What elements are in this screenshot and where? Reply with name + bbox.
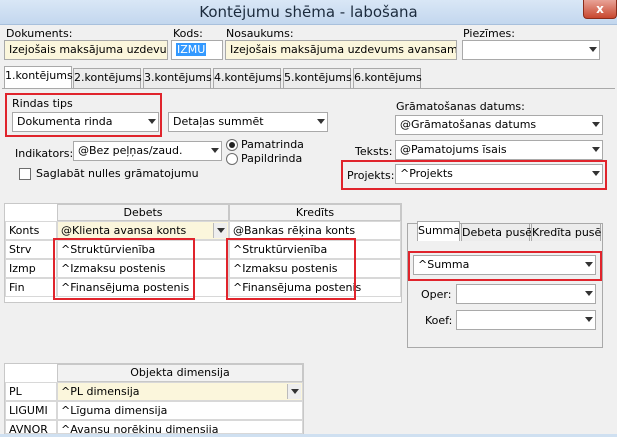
dokuments-label: Dokuments:	[6, 27, 73, 40]
radio-pamatrinda[interactable]	[226, 139, 238, 151]
chevron-down-icon	[211, 148, 219, 153]
gramatosanas-value: @Grāmatošanas datums	[400, 118, 537, 131]
teksts-value: @Pamatojums īsais	[400, 143, 507, 156]
saglabat-label: Saglabāt nulles grāmatojumu	[36, 167, 199, 180]
tab-debeta-puse[interactable]: Debeta pusē	[461, 223, 532, 241]
detalas-select[interactable]: Detaļas summēt	[168, 112, 328, 132]
tab-kredita-puse[interactable]: Kredīta pusē	[531, 223, 601, 241]
objekta-header: Objekta dimensija	[57, 364, 303, 382]
chevron-down-icon	[585, 291, 593, 296]
chevron-down-icon	[585, 317, 593, 322]
indikators-label: Indikators:	[15, 147, 74, 160]
summa-value: ^Summa	[418, 258, 470, 271]
avansu-dimension-cell[interactable]: ^Avansu norēķinu dimensija	[57, 420, 303, 434]
chevron-down-icon[interactable]	[287, 384, 301, 399]
tab-divider	[2, 88, 615, 89]
rindas-tips-value: Dokumenta rinda	[17, 115, 113, 128]
nosaukums-field[interactable]: Izejošais maksājuma uzdevums avansam	[225, 40, 457, 60]
teksts-label: Teksts:	[355, 145, 393, 158]
koef-select[interactable]	[456, 310, 596, 330]
tab-4-kontejums[interactable]: 4.kontējums	[213, 68, 282, 88]
gramatosanas-label: Grāmatošanas datums:	[396, 100, 525, 113]
indikators-select[interactable]: @Bez peļņas/zaud.	[73, 141, 222, 161]
chevron-down-icon	[589, 47, 597, 52]
koef-label: Koef:	[425, 314, 453, 327]
chevron-down-icon	[317, 119, 325, 124]
tab-summa[interactable]: Summa	[417, 221, 460, 241]
projekts-select[interactable]: ^Projekts	[395, 164, 603, 184]
chevron-down-icon[interactable]	[213, 223, 227, 238]
chevron-down-icon	[585, 262, 593, 267]
debets-highlight	[53, 238, 195, 300]
chevron-down-icon	[592, 122, 600, 127]
chevron-down-icon	[592, 171, 600, 176]
kods-label: Kods:	[173, 27, 203, 40]
kredits-highlight	[226, 238, 356, 300]
oper-select[interactable]	[456, 284, 596, 304]
gramatosanas-select[interactable]: @Grāmatošanas datums	[395, 115, 603, 135]
tab-3-kontejums[interactable]: 3.kontējums	[143, 68, 212, 88]
piezimes-label: Piezīmes:	[463, 27, 515, 40]
chevron-down-icon	[592, 147, 600, 152]
rindas-tips-label: Rindas tips	[12, 97, 73, 110]
objekta-row-label: PL	[5, 382, 57, 401]
grid-row-label: Fin	[5, 278, 57, 297]
nosaukums-label: Nosaukums:	[226, 27, 294, 40]
detalas-value: Detaļas summēt	[173, 115, 264, 128]
indikators-value: @Bez peļņas/zaud.	[78, 144, 183, 157]
title-bar: Kontējumu shēma - labošana x	[0, 0, 617, 25]
objekta-row-label: AVNOR	[5, 420, 57, 436]
close-button[interactable]: x	[583, 0, 617, 19]
liguma-dimension-cell[interactable]: ^Līguma dimensija	[57, 401, 303, 420]
chevron-down-icon	[148, 119, 156, 124]
tab-1-kontejums[interactable]: 1.kontējums	[4, 66, 73, 88]
grid-row-label: Strv	[5, 240, 57, 259]
pamatrinda-label: Pamatrinda	[241, 138, 304, 151]
projekts-value: ^Projekts	[400, 167, 453, 180]
radio-papildrinda[interactable]	[226, 153, 238, 165]
dokuments-field[interactable]: Izejošais maksājuma uzdevums	[4, 40, 168, 60]
papildrinda-label: Papildrinda	[241, 152, 303, 165]
projekts-label: Projekts:	[347, 169, 395, 182]
debets-header: Debets	[57, 204, 229, 221]
saglabat-checkbox[interactable]	[19, 168, 31, 180]
grid-row-label: Konts	[5, 221, 57, 240]
window-title: Kontējumu shēma - labošana	[199, 3, 418, 21]
kods-value: IZMU	[176, 43, 207, 56]
teksts-select[interactable]: @Pamatojums īsais	[395, 140, 603, 160]
kredits-header: Kredīts	[229, 204, 401, 221]
objekta-row-label: LIGUMI	[5, 401, 57, 420]
kods-field[interactable]: IZMU	[171, 40, 223, 60]
tab-5-kontejums[interactable]: 5.kontējums	[283, 68, 352, 88]
debets-konts-value: @Klienta avansa konts	[61, 224, 187, 237]
oper-label: Oper:	[421, 288, 452, 301]
piezimes-select[interactable]	[462, 40, 600, 60]
rindas-tips-select[interactable]: Dokumenta rinda	[12, 112, 159, 132]
pl-dimension-value: ^PL dimensija	[61, 385, 140, 398]
tab-2-kontejums[interactable]: 2.kontējums	[73, 68, 142, 88]
summa-select[interactable]: ^Summa	[413, 255, 596, 275]
grid-row-label: Izmp	[5, 259, 57, 278]
pl-dimension-cell[interactable]: ^PL dimensija	[57, 382, 303, 401]
tab-6-kontejums[interactable]: 6.kontējums	[353, 68, 422, 88]
